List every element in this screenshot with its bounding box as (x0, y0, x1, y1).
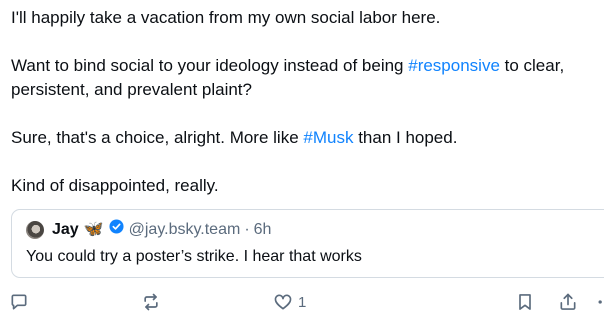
quote-handle[interactable]: @jay.bsky.team (129, 219, 241, 241)
like-count: 1 (298, 293, 307, 311)
post-text: than I hoped. (353, 128, 458, 147)
post-paragraph: Kind of disappointed, really. (11, 174, 601, 198)
bookmark-icon (519, 294, 531, 310)
post-paragraph: Want to bind social to your ideology ins… (11, 54, 601, 102)
verified-badge-icon (109, 219, 124, 241)
butterfly-emoji: 🦋 (83, 221, 104, 238)
post-text: Sure, that's a choice, alright. More lik… (11, 128, 304, 147)
post-text: Kind of disappointed, really. (11, 176, 219, 195)
quote-text: You could try a poster’s strike. I hear … (26, 248, 362, 265)
avatar[interactable] (26, 221, 44, 239)
bookmark-button[interactable] (515, 292, 535, 312)
quote-header: Jay 🦋 @jay.bsky.team · 6h (26, 219, 271, 241)
quote-timestamp[interactable]: 6h (254, 219, 272, 241)
share-button[interactable] (558, 292, 578, 312)
post-body: I'll happily take a vacation from my own… (11, 6, 601, 198)
like-button[interactable]: 1 (273, 292, 306, 312)
reply-button[interactable] (9, 292, 29, 312)
post-paragraph: Sure, that's a choice, alright. More lik… (11, 126, 601, 150)
more-options-icon (598, 300, 602, 304)
hashtag-link[interactable]: #Musk (303, 128, 353, 147)
post-text: Want to bind social to your ideology ins… (11, 56, 409, 75)
more-options-button[interactable] (596, 292, 604, 312)
post-actions: 1 (0, 292, 604, 318)
share-icon (560, 293, 576, 310)
repost-button[interactable] (141, 292, 161, 312)
post-paragraph: I'll happily take a vacation from my own… (11, 6, 601, 30)
reply-bubble-icon (11, 294, 27, 310)
hashtag-link[interactable]: #responsive (408, 56, 500, 75)
quoted-post[interactable]: Jay 🦋 @jay.bsky.team · 6h You could try … (11, 209, 604, 278)
quote-author-name[interactable]: Jay (52, 219, 79, 241)
post-text: I'll happily take a vacation from my own… (11, 8, 441, 27)
meta-separator: · (244, 221, 250, 238)
heart-icon (274, 294, 292, 310)
repost-icon (144, 293, 158, 311)
